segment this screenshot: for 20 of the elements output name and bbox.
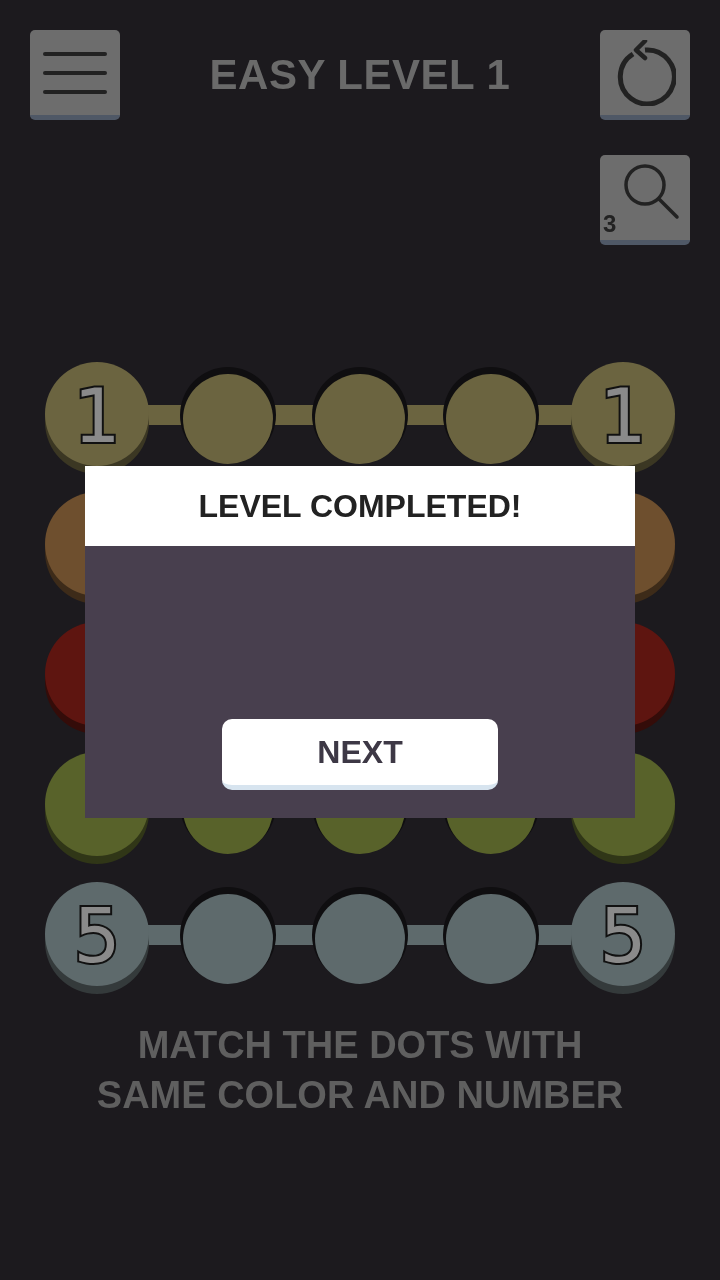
search-icon <box>622 162 680 221</box>
dot-number: 5 <box>599 893 647 979</box>
dialog-title: LEVEL COMPLETED! <box>198 487 522 525</box>
menu-icon <box>42 50 108 95</box>
instruction-text: SAME COLOR AND NUMBER <box>96 1073 624 1118</box>
dot[interactable] <box>443 367 539 464</box>
dot-number: 1 <box>73 373 121 459</box>
menu-button[interactable] <box>30 30 120 120</box>
hint-count: 3 <box>603 210 617 238</box>
instruction-text: MATCH THE DOTS WITH <box>137 1023 583 1068</box>
dot-number: 1 <box>599 373 647 459</box>
dot-number: 5 <box>73 893 121 979</box>
dot[interactable] <box>443 887 539 984</box>
dot[interactable] <box>312 887 408 984</box>
level-title: EASY LEVEL 1 <box>209 51 511 99</box>
dot[interactable] <box>180 887 276 984</box>
dot[interactable] <box>312 367 408 464</box>
dot[interactable] <box>180 367 276 464</box>
restart-button[interactable] <box>600 30 690 120</box>
next-button[interactable]: NEXT <box>222 719 498 790</box>
